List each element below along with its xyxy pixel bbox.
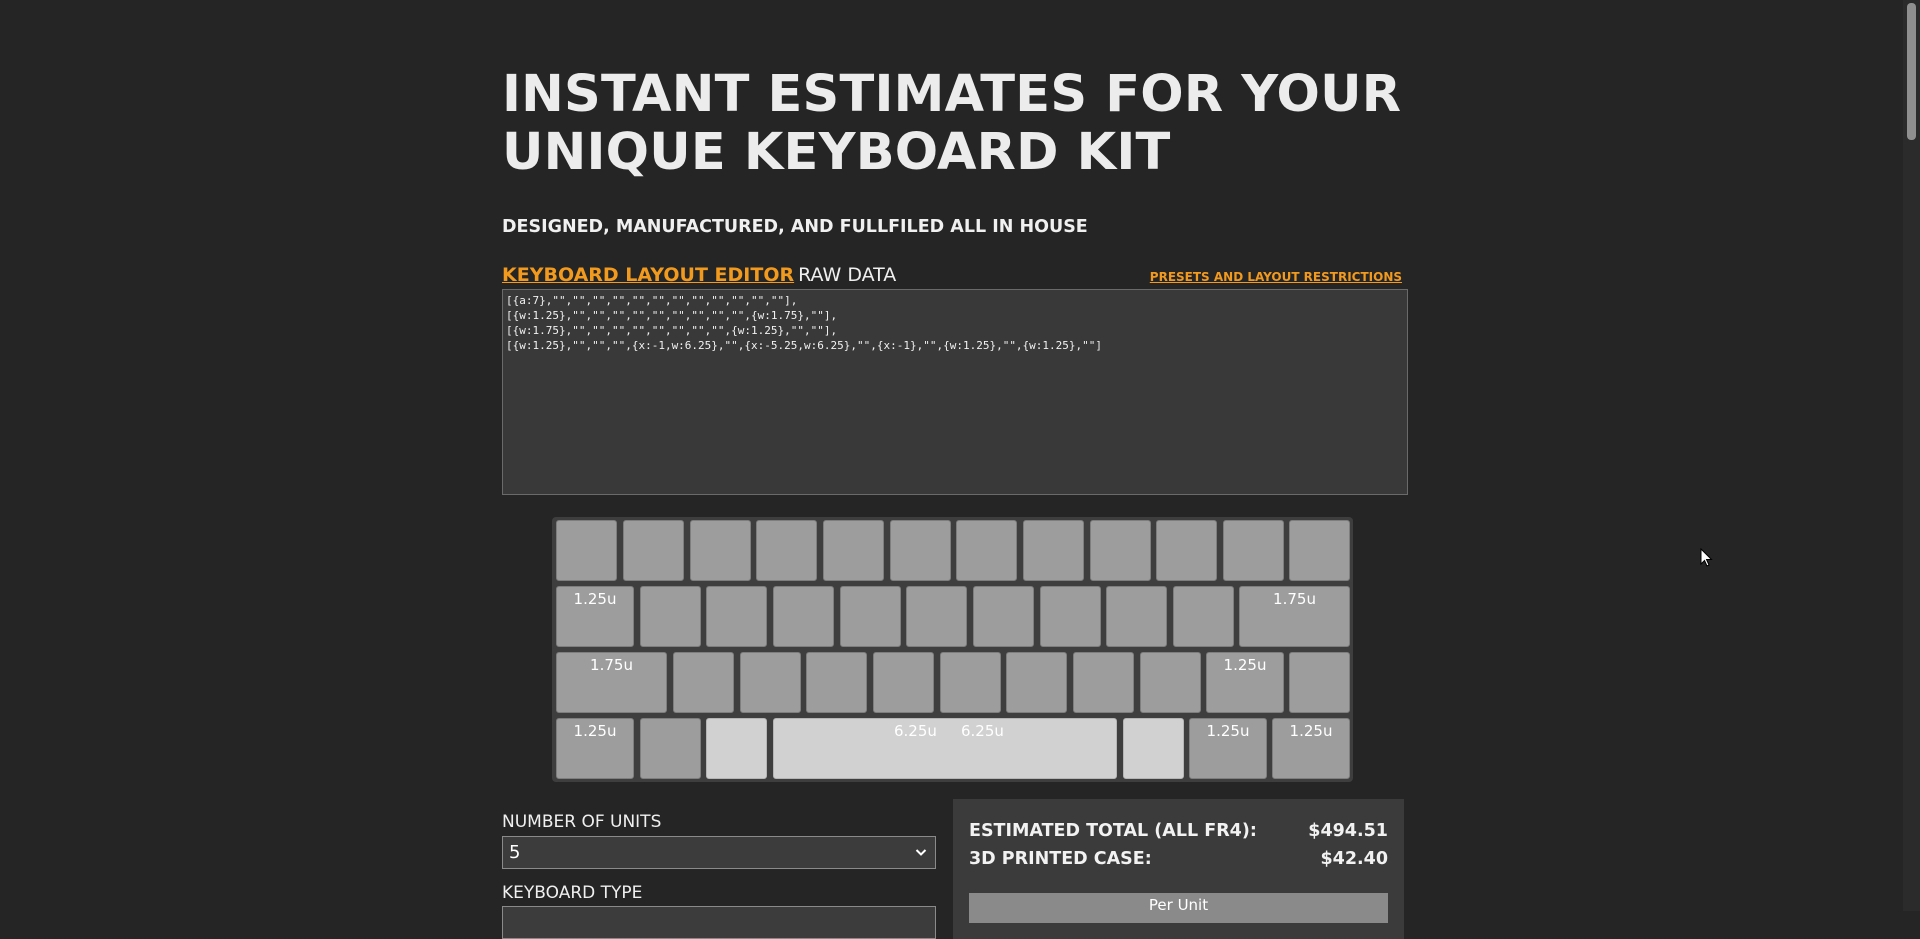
key[interactable] <box>890 520 951 581</box>
key-label: 1.75u <box>590 656 633 674</box>
key[interactable] <box>1156 520 1217 581</box>
key-1-25u[interactable]: 1.25u <box>1206 652 1284 713</box>
title-line-1: INSTANT ESTIMATES FOR YOUR <box>502 65 1402 124</box>
key[interactable] <box>806 652 867 713</box>
spacebar-6-25u[interactable]: 6.25u 6.25u <box>773 718 1117 779</box>
key-label: 1.25u <box>1223 656 1267 674</box>
units-selected-value: 5 <box>509 842 521 863</box>
raw-data-textarea[interactable] <box>502 289 1408 495</box>
key-1-75u[interactable]: 1.75u <box>556 652 667 713</box>
key-overlap-left[interactable] <box>706 718 767 779</box>
key[interactable] <box>1173 586 1234 647</box>
spacebar-label-1: 6.25u <box>894 722 937 740</box>
key-1-25u[interactable]: 1.25u <box>1272 718 1350 779</box>
page-subtitle: DESIGNED, MANUFACTURED, AND FULLFILED AL… <box>502 217 1088 237</box>
page-scrollbar[interactable] <box>1903 0 1920 911</box>
key[interactable] <box>1023 520 1084 581</box>
title-line-2: UNIQUE KEYBOARD KIT <box>502 123 1171 182</box>
key[interactable] <box>1006 652 1067 713</box>
key[interactable] <box>1040 586 1101 647</box>
mouse-pointer-icon <box>1700 547 1714 568</box>
key[interactable] <box>640 586 701 647</box>
key[interactable] <box>623 520 684 581</box>
number-of-units-label: NUMBER OF UNITS <box>502 812 662 832</box>
key[interactable] <box>840 586 901 647</box>
key[interactable] <box>1090 520 1151 581</box>
key-1-75u[interactable]: 1.75u <box>1239 586 1350 647</box>
key[interactable] <box>756 520 817 581</box>
key-1-25u[interactable]: 1.25u <box>556 718 634 779</box>
key[interactable] <box>673 652 734 713</box>
presets-restrictions-link[interactable]: PRESETS AND LAYOUT RESTRICTIONS <box>1150 270 1402 284</box>
keyboard-layout-editor-link[interactable]: KEYBOARD LAYOUT EDITOR <box>502 264 794 286</box>
key[interactable] <box>640 718 701 779</box>
key[interactable] <box>706 586 767 647</box>
key-label: 1.75u <box>1273 590 1316 608</box>
key[interactable] <box>873 652 934 713</box>
key-1-25u[interactable]: 1.25u <box>1189 718 1267 779</box>
chevron-down-icon <box>915 837 927 880</box>
printed-case-value: $42.40 <box>1320 849 1388 869</box>
raw-data-label: RAW DATA <box>798 264 897 286</box>
per-unit-button[interactable]: Per Unit <box>969 893 1388 923</box>
spacebar-label-2: 6.25u <box>961 722 1004 740</box>
key[interactable] <box>1140 652 1201 713</box>
key[interactable] <box>740 652 801 713</box>
key[interactable] <box>823 520 884 581</box>
key-label: 1.25u <box>1206 722 1250 740</box>
key[interactable] <box>690 520 751 581</box>
estimated-total-label: ESTIMATED TOTAL (ALL FR4): <box>969 821 1257 841</box>
keyboard-preview: 1.25u 1.75u 1.75u 1.25u 1.25u 6.25u 6.25… <box>552 517 1353 782</box>
printed-case-row: 3D PRINTED CASE: $42.40 <box>969 849 1388 869</box>
scrollbar-thumb[interactable] <box>1907 3 1916 140</box>
key[interactable] <box>1073 652 1134 713</box>
key[interactable] <box>940 652 1001 713</box>
key-label: 1.25u <box>573 722 617 740</box>
key[interactable] <box>556 520 617 581</box>
estimated-total-row: ESTIMATED TOTAL (ALL FR4): $494.51 <box>969 821 1388 841</box>
key[interactable] <box>1289 520 1350 581</box>
key[interactable] <box>973 586 1034 647</box>
keyboard-type-label: KEYBOARD TYPE <box>502 883 643 903</box>
printed-case-label: 3D PRINTED CASE: <box>969 849 1152 869</box>
editor-header: KEYBOARD LAYOUT EDITOR RAW DATA PRESETS A… <box>502 264 1408 290</box>
key[interactable] <box>773 586 834 647</box>
key-label: 1.25u <box>573 590 617 608</box>
key[interactable] <box>906 586 967 647</box>
key[interactable] <box>1223 520 1284 581</box>
number-of-units-select[interactable]: 5 <box>502 836 936 869</box>
key-overlap-right[interactable] <box>1123 718 1184 779</box>
key[interactable] <box>1289 652 1350 713</box>
estimated-total-value: $494.51 <box>1308 821 1388 841</box>
key[interactable] <box>1106 586 1167 647</box>
key-1-25u[interactable]: 1.25u <box>556 586 634 647</box>
key[interactable] <box>956 520 1017 581</box>
estimate-panel: ESTIMATED TOTAL (ALL FR4): $494.51 3D PR… <box>953 799 1404 939</box>
key-label: 1.25u <box>1289 722 1333 740</box>
page-title: INSTANT ESTIMATES FOR YOUR UNIQUE KEYBOA… <box>502 66 1408 182</box>
